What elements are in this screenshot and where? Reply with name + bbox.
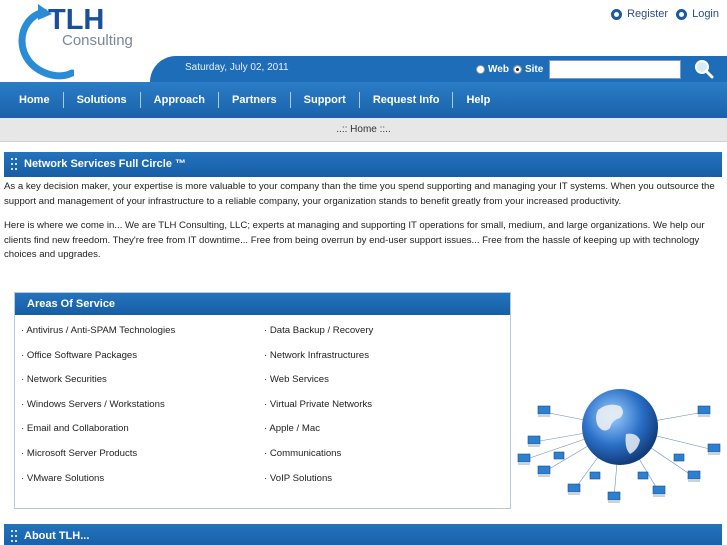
- grip-dots-icon: [11, 158, 17, 171]
- radio-web-label: Web: [488, 64, 509, 75]
- radio-site[interactable]: [512, 65, 522, 74]
- grip-dots-icon: [11, 530, 17, 543]
- service-item[interactable]: · Windows Servers / Workstations: [21, 399, 165, 410]
- nav-partners[interactable]: Partners: [219, 94, 290, 106]
- account-links: Register Login: [611, 8, 719, 20]
- search-area: Web Site: [476, 60, 682, 79]
- intro-paragraph: As a key decision maker, your expertise …: [4, 181, 715, 207]
- nav-request-info[interactable]: Request Info: [360, 94, 453, 106]
- bullet-circle-icon: [611, 8, 623, 20]
- search-scope-web[interactable]: Web: [476, 64, 509, 75]
- search-button[interactable]: [693, 58, 715, 80]
- magnifier-icon: [695, 60, 714, 79]
- register-link[interactable]: Register: [611, 8, 668, 20]
- section-title-bar: Network Services Full Circle ™: [4, 152, 722, 177]
- service-item[interactable]: · VoIP Solutions: [264, 473, 332, 484]
- search-input[interactable]: [549, 60, 682, 79]
- service-item[interactable]: · Data Backup / Recovery: [264, 325, 373, 336]
- service-item[interactable]: · VMware Solutions: [21, 473, 104, 484]
- site-header: TLH Consulting Register Login Saturday, …: [0, 0, 727, 118]
- main-nav: Home Solutions Approach Partners Support…: [0, 82, 727, 118]
- login-link[interactable]: Login: [676, 8, 719, 20]
- date-search-bar: Saturday, July 02, 2011 Web Site: [0, 56, 727, 82]
- service-item[interactable]: · Network Securities: [21, 374, 107, 385]
- nav-solutions[interactable]: Solutions: [64, 94, 140, 106]
- service-item[interactable]: · Virtual Private Networks: [264, 399, 372, 410]
- search-scope-site[interactable]: Site: [512, 64, 544, 75]
- nav-home[interactable]: Home: [0, 94, 63, 106]
- globe-network-icon: [517, 389, 721, 503]
- service-item[interactable]: · Email and Collaboration: [21, 423, 129, 434]
- areas-of-service-box: Areas Of Service · Antivirus / Anti-SPAM…: [14, 292, 511, 509]
- current-date: Saturday, July 02, 2011: [185, 62, 289, 73]
- nav-help[interactable]: Help: [453, 94, 503, 106]
- section-title-bar: About TLH...: [4, 524, 722, 545]
- intro-paragraph-2: Here is where we come in... We are TLH C…: [4, 220, 705, 260]
- service-item[interactable]: · Web Services: [264, 374, 329, 385]
- service-item[interactable]: · Network Infrastructures: [264, 350, 369, 361]
- service-item[interactable]: · Communications: [264, 448, 341, 459]
- areas-title: Areas Of Service: [15, 293, 510, 315]
- globe-network-image: [514, 372, 724, 507]
- nav-support[interactable]: Support: [291, 94, 359, 106]
- radio-web[interactable]: [476, 65, 485, 74]
- login-label: Login: [692, 8, 719, 20]
- section-title: Network Services Full Circle ™: [24, 158, 187, 170]
- service-item[interactable]: · Microsoft Server Products: [21, 448, 137, 459]
- section-title: About TLH...: [24, 530, 90, 542]
- breadcrumb: ..:: Home ::..: [0, 118, 727, 142]
- nav-approach[interactable]: Approach: [141, 94, 218, 106]
- service-item[interactable]: · Antivirus / Anti-SPAM Technologies: [21, 325, 175, 336]
- bullet-circle-icon: [676, 8, 688, 20]
- service-item[interactable]: · Apple / Mac: [264, 423, 320, 434]
- service-item[interactable]: · Office Software Packages: [21, 350, 137, 361]
- radio-site-label: Site: [524, 64, 544, 75]
- logo-subtitle: Consulting: [62, 32, 133, 49]
- register-label: Register: [627, 8, 669, 20]
